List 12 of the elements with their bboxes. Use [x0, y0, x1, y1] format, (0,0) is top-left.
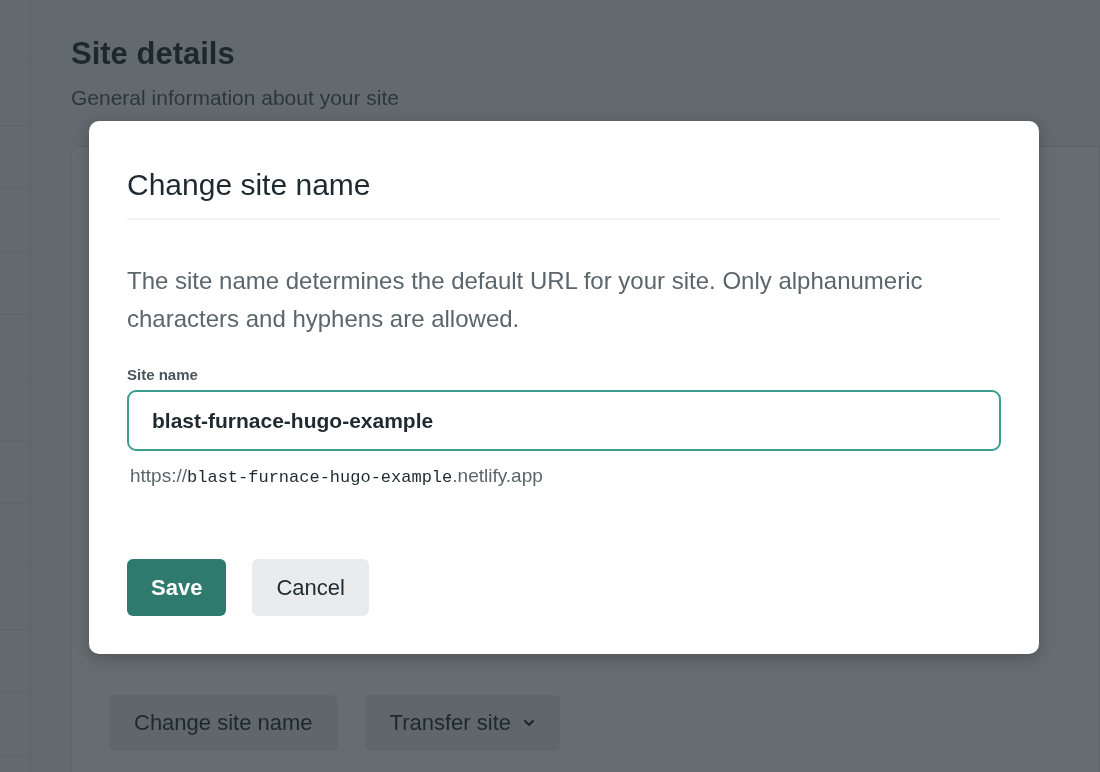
site-name-field[interactable]: blast-furnace-hugo-example: [127, 390, 1001, 451]
page-title: Site details: [71, 36, 236, 72]
dialog-title: Change site name: [127, 168, 1001, 220]
save-button[interactable]: Save: [127, 559, 227, 616]
dialog-description: The site name determines the default URL for your site. Only alphanumeric characters and hyphens are allowed.: [127, 266, 924, 334]
dropdown-button[interactable]: Transfer site: [364, 695, 560, 751]
url-preview: https://blast-furnace-hugo-example.netlify.app: [130, 465, 544, 487]
page-subtitle: General information about your site: [71, 86, 400, 110]
chevron-down-icon: [523, 719, 535, 727]
cancel-button[interactable]: Cancel: [252, 559, 369, 616]
action-button[interactable]: Change site name: [109, 695, 338, 751]
field-label: Site name: [127, 366, 199, 383]
